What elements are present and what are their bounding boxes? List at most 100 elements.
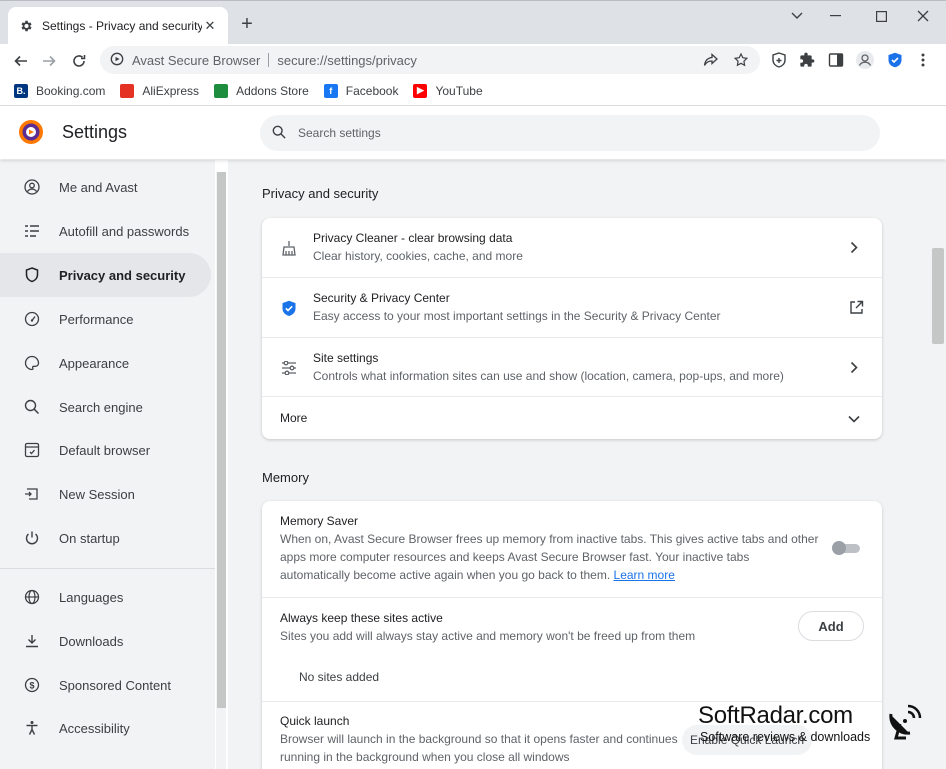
add-site-button[interactable]: Add — [798, 611, 864, 641]
profile-avatar-icon[interactable] — [852, 47, 878, 73]
back-icon[interactable] — [8, 48, 34, 74]
sidebar-item-new-session[interactable]: New Session — [0, 472, 211, 516]
bookmark-label: Booking.com — [36, 83, 106, 98]
close-tab-icon[interactable]: ✕ — [202, 18, 218, 34]
bookmark-booking-com[interactable]: B. Booking.com — [14, 83, 106, 98]
learn-more-link[interactable]: Learn more — [614, 568, 675, 582]
avast-secure-icon — [110, 52, 124, 69]
sidebar-item-search-engine[interactable]: Search engine — [0, 385, 211, 429]
address-bar[interactable]: Avast Secure Browser secure://settings/p… — [100, 46, 760, 74]
memory-saver-title: Memory Saver — [280, 514, 359, 528]
sidebar-item-label: New Session — [59, 486, 135, 502]
side-panel-icon[interactable] — [823, 47, 849, 73]
sidebar-item-appearance[interactable]: Appearance — [0, 341, 211, 385]
more-expander[interactable]: More — [262, 396, 882, 439]
bookmark-label: YouTube — [435, 83, 483, 98]
sidebar-item-label: Performance — [59, 311, 134, 327]
maximize-icon[interactable] — [866, 5, 896, 27]
settings-header: Settings Search settings — [0, 107, 946, 159]
chevron-right-icon — [846, 359, 862, 375]
sidebar-scrollbar[interactable] — [216, 172, 226, 769]
bookmark-addons-store[interactable]: Addons Store — [214, 83, 309, 98]
sidebar-scrollbar-thumb[interactable] — [217, 172, 226, 708]
extensions-icon[interactable] — [794, 47, 820, 73]
bookmark-facebook[interactable]: f Facebook — [323, 83, 399, 98]
bookmark-star-icon[interactable] — [730, 49, 752, 71]
minimize-icon[interactable] — [820, 5, 850, 27]
reload-icon[interactable] — [66, 48, 92, 74]
toggle-knob — [832, 541, 846, 555]
globe-icon — [22, 587, 42, 607]
privacy-section-title: Privacy and security — [262, 186, 379, 201]
memory-saver-toggle[interactable] — [832, 541, 862, 555]
main-scrollbar[interactable] — [930, 160, 946, 769]
search-placeholder: Search settings — [298, 126, 381, 140]
site-settings-row[interactable]: Site settings Controls what information … — [262, 337, 882, 396]
sidebar-divider — [0, 568, 215, 569]
url-text[interactable]: secure://settings/privacy — [277, 53, 416, 68]
bookmark-label: Facebook — [345, 83, 399, 98]
softradar-watermark: SoftRadar.com Software reviews & downloa… — [696, 702, 936, 762]
watermark-name: SoftRadar.com — [698, 702, 853, 729]
site-settings-desc: Controls what information sites can use … — [313, 369, 784, 383]
bookmark-aliexpress[interactable]: AliExpress — [120, 83, 200, 98]
security-privacy-center-desc: Easy access to your most important setti… — [313, 309, 721, 323]
tab-settings[interactable]: Settings - Privacy and security ✕ — [8, 7, 228, 45]
external-link-icon — [848, 299, 864, 315]
sidebar-item-privacy-and-security[interactable]: Privacy and security — [0, 253, 211, 297]
shield-check-icon — [279, 298, 299, 318]
facebook-icon: f — [323, 83, 338, 98]
shield-icon — [22, 265, 42, 285]
speedometer-icon — [22, 309, 42, 329]
sidebar-item-label: Sponsored Content — [59, 677, 172, 693]
broom-icon — [279, 238, 299, 258]
sidebar-item-autofill-and-passwords[interactable]: Autofill and passwords — [0, 209, 211, 253]
sidebar-item-accessibility[interactable]: Accessibility — [0, 706, 211, 750]
sidebar-item-label: Downloads — [59, 633, 124, 649]
keep-sites-active-row: Always keep these sites active Sites you… — [262, 597, 882, 657]
menu-kebab-icon[interactable] — [910, 47, 936, 73]
memory-saver-desc-line-3: automatically become active again when y… — [280, 568, 611, 582]
privacy-cleaner-title: Privacy Cleaner - clear browsing data — [313, 231, 513, 245]
adblock-shield-icon[interactable] — [766, 47, 792, 73]
sidebar-item-performance[interactable]: Performance — [0, 297, 211, 341]
accessibility-icon — [22, 718, 42, 738]
more-label: More — [280, 411, 308, 425]
sidebar-item-on-startup[interactable]: On startup — [0, 516, 211, 560]
forward-icon[interactable] — [36, 48, 62, 74]
sidebar-item-label: Accessibility — [59, 720, 130, 736]
quick-launch-desc-line-2: running in the background when you close… — [280, 750, 570, 764]
tab-search-icon[interactable] — [782, 5, 812, 27]
quick-launch-title: Quick launch — [280, 714, 350, 728]
sidebar: Me and Avast Autofill and passwords Privac… — [0, 160, 215, 769]
sidebar-item-languages[interactable]: Languages — [0, 575, 211, 619]
memory-saver-desc-line-2: apps more computer resources and keeps A… — [280, 550, 750, 564]
sidebar-item-me-and-avast[interactable]: Me and Avast — [0, 165, 211, 209]
aliexpress-icon — [120, 83, 135, 98]
sidebar-item-default-browser[interactable]: Default browser — [0, 428, 211, 472]
main-scrollbar-thumb[interactable] — [932, 248, 944, 344]
sidebar-item-downloads[interactable]: Downloads — [0, 619, 211, 663]
keep-sites-active-title: Always keep these sites active — [280, 611, 443, 625]
security-privacy-center-row[interactable]: Security & Privacy Center Easy access to… — [262, 277, 882, 337]
no-sites-label: No sites added — [299, 670, 380, 684]
site-settings-title: Site settings — [313, 351, 379, 365]
power-icon — [22, 528, 42, 548]
memory-section-title: Memory — [262, 470, 309, 485]
share-icon[interactable] — [700, 49, 722, 71]
bookmark-youtube[interactable]: ▶ YouTube — [413, 83, 483, 98]
sidebar-item-label: Me and Avast — [59, 179, 138, 195]
search-input[interactable]: Search settings — [260, 115, 880, 151]
memory-saver-row: Memory Saver When on, Avast Secure Brows… — [262, 501, 882, 597]
avast-shield-icon[interactable] — [882, 47, 908, 73]
sidebar-item-sponsored-content[interactable]: $ Sponsored Content — [0, 663, 211, 707]
privacy-cleaner-row[interactable]: Privacy Cleaner - clear browsing data Cl… — [262, 218, 882, 277]
sidebar-item-label: Default browser — [59, 442, 151, 458]
watermark-tagline: Software reviews & downloads — [700, 730, 871, 744]
security-privacy-center-title: Security & Privacy Center — [313, 291, 450, 305]
sidebar-item-label: Appearance — [59, 355, 130, 371]
bookmark-label: AliExpress — [142, 83, 200, 98]
close-window-icon[interactable] — [908, 5, 938, 27]
sidebar-item-label: Languages — [59, 589, 124, 605]
new-tab-button[interactable]: + — [236, 13, 258, 35]
